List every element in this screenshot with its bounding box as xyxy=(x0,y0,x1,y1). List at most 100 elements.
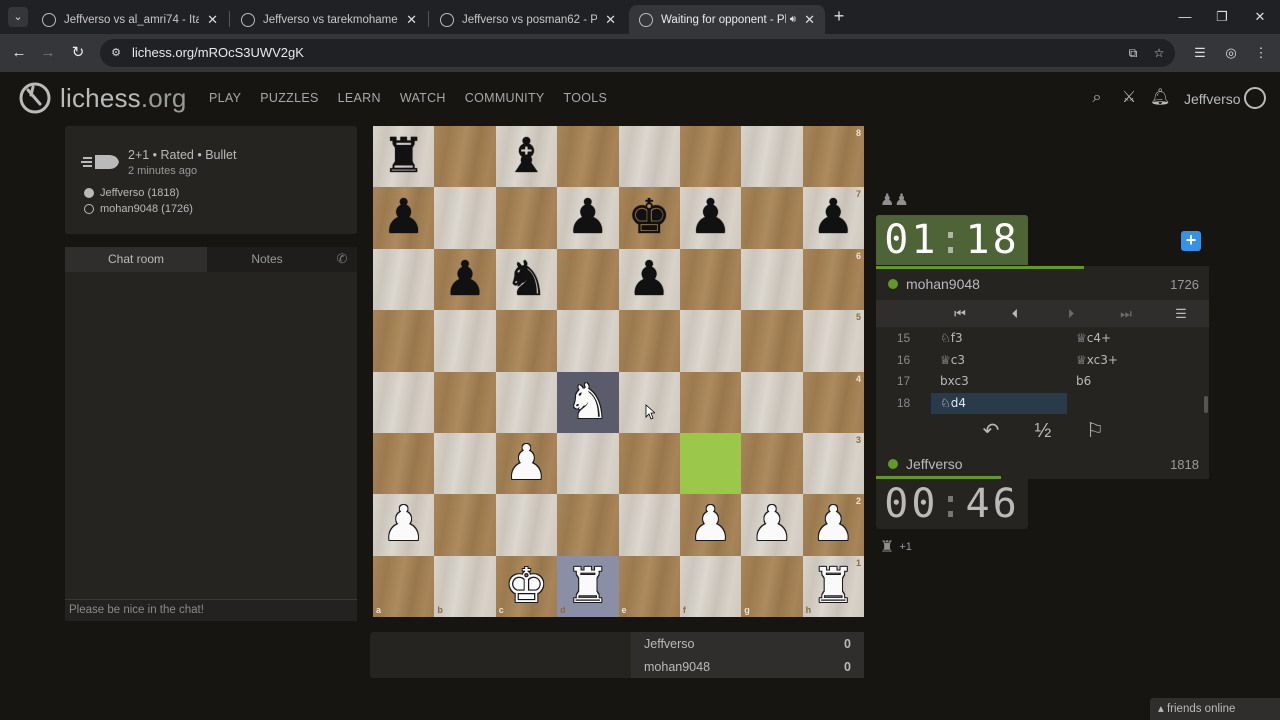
close-icon[interactable]: ✕ xyxy=(605,12,616,28)
square-f8[interactable] xyxy=(679,126,742,188)
menu-hamburger-icon[interactable]: ☰ xyxy=(1169,304,1193,324)
nav-learn[interactable]: LEARN xyxy=(338,91,381,105)
browser-tab-3[interactable]: Jeffverso vs posman62 - Philidc ✕ xyxy=(430,5,626,34)
white-pawn-icon[interactable]: ♟ xyxy=(496,433,557,494)
score-player-name[interactable]: Jeffverso xyxy=(644,637,695,651)
browser-tab-2[interactable]: Jeffverso vs tarekmohamedm - ✕ xyxy=(231,5,427,34)
square-c2[interactable] xyxy=(495,494,558,556)
nav-watch[interactable]: WATCH xyxy=(400,91,446,105)
move-black[interactable]: ♕xc3+ xyxy=(1067,350,1203,372)
search-icon[interactable]: ⌕ xyxy=(1087,88,1107,108)
site-info-icon[interactable]: ⚙ xyxy=(108,45,124,61)
square-g5[interactable] xyxy=(741,310,803,372)
square-c5[interactable] xyxy=(495,310,558,372)
square-f4[interactable] xyxy=(679,371,742,433)
nav-play[interactable]: PLAY xyxy=(209,91,241,105)
black-king-icon[interactable]: ♚ xyxy=(619,187,680,248)
move-white-current[interactable]: ♘d4 xyxy=(931,392,1067,414)
square-a5[interactable] xyxy=(373,310,435,372)
window-close-icon[interactable]: ✕ xyxy=(1248,7,1272,27)
move-white[interactable]: bxc3 xyxy=(931,371,1067,393)
bookmark-star-icon[interactable]: ☆ xyxy=(1151,45,1167,61)
close-icon[interactable]: ✕ xyxy=(804,12,815,28)
square-g8[interactable] xyxy=(741,126,803,188)
resign-flag-icon[interactable]: ⚐ xyxy=(1081,418,1109,444)
square-a4[interactable] xyxy=(373,371,435,433)
square-b1[interactable] xyxy=(434,555,496,617)
square-b8[interactable] xyxy=(434,126,496,188)
square-b5[interactable] xyxy=(434,310,496,372)
close-icon[interactable]: ✕ xyxy=(207,12,218,28)
square-g1[interactable] xyxy=(741,555,803,617)
square-f5[interactable] xyxy=(679,310,742,372)
square-b7[interactable] xyxy=(434,187,496,249)
white-king-icon[interactable]: ♚ xyxy=(496,556,557,617)
forward-arrow-icon[interactable]: → xyxy=(37,42,59,64)
square-e3[interactable] xyxy=(618,432,680,495)
move-black[interactable]: b6 xyxy=(1067,371,1203,393)
square-e5[interactable] xyxy=(618,310,680,372)
white-rook-icon[interactable]: ♜ xyxy=(557,556,618,617)
black-rook-icon[interactable]: ♜ xyxy=(373,126,434,187)
give-time-plus-button[interactable]: + xyxy=(1181,231,1201,251)
square-c7[interactable] xyxy=(495,187,558,249)
install-app-icon[interactable]: ⧉ xyxy=(1125,45,1141,61)
square-b2[interactable] xyxy=(434,494,496,556)
last-move-icon[interactable]: ⏭ xyxy=(1114,304,1138,324)
white-player-line[interactable]: Jeffverso (1818) xyxy=(84,187,179,199)
white-pawn-icon[interactable]: ♟ xyxy=(373,494,434,555)
chess-board[interactable]: 8 7 6 5 4 3 2 1 a b c d e f g h ♜ ♝ ♟ ♟ ♚ ♟ ♟ ♟ ♞ ♟ ♞ ♟ ♟ ♟ ♟ ♟ ♚ ♜ ♜ xyxy=(373,126,864,617)
square-h5[interactable] xyxy=(802,310,864,372)
square-g6[interactable] xyxy=(741,248,803,311)
square-h8[interactable] xyxy=(802,126,864,188)
swords-icon[interactable]: ⚔ xyxy=(1119,88,1139,108)
white-rook-icon[interactable]: ♜ xyxy=(803,556,864,617)
close-icon[interactable]: ✕ xyxy=(406,12,417,28)
first-move-icon[interactable]: ⏮ xyxy=(948,304,972,324)
user-menu-name[interactable]: Jeffverso xyxy=(1184,91,1241,107)
speaker-icon[interactable]: 🔊︎ xyxy=(790,14,796,25)
tab-search-button[interactable]: ⌄ xyxy=(8,7,28,27)
maximize-icon[interactable]: ❐ xyxy=(1210,7,1234,27)
bell-icon[interactable]: 🔔︎ xyxy=(1150,88,1170,108)
reading-list-icon[interactable]: ☰ xyxy=(1189,42,1211,64)
black-pawn-icon[interactable]: ♟ xyxy=(619,249,680,310)
square-g4[interactable] xyxy=(741,371,803,433)
move-list-scrollbar[interactable] xyxy=(1204,396,1208,413)
square-h4[interactable] xyxy=(802,371,864,433)
square-e1[interactable] xyxy=(618,555,680,617)
reload-icon[interactable]: ↻ xyxy=(67,42,89,64)
square-g3[interactable] xyxy=(741,432,803,495)
square-f6[interactable] xyxy=(679,248,742,311)
bottom-player-name[interactable]: Jeffverso xyxy=(906,456,963,472)
black-player-name[interactable]: mohan9048 (1726) xyxy=(100,203,193,215)
friends-online-button[interactable]: ▴ friends online xyxy=(1150,698,1280,720)
black-player-line[interactable]: mohan9048 (1726) xyxy=(84,203,193,215)
move-white[interactable]: ♕c3 xyxy=(931,350,1067,372)
square-f3[interactable] xyxy=(679,432,742,495)
browser-tab-active[interactable]: Waiting for opponent - Play 🔊︎ ✕ xyxy=(629,5,825,34)
black-bishop-icon[interactable]: ♝ xyxy=(496,126,557,187)
nav-puzzles[interactable]: PUZZLES xyxy=(260,91,318,105)
square-e8[interactable] xyxy=(618,126,680,188)
black-pawn-icon[interactable]: ♟ xyxy=(373,187,434,248)
user-avatar-icon[interactable] xyxy=(1244,87,1266,109)
address-bar[interactable]: ⚙ lichess.org/mROcS3UWV2gK ⧉ ☆ xyxy=(100,39,1175,67)
back-arrow-icon[interactable]: ← xyxy=(8,42,30,64)
square-d5[interactable] xyxy=(557,310,619,372)
square-b3[interactable] xyxy=(434,432,496,495)
white-knight-icon[interactable]: ♞ xyxy=(557,372,618,433)
top-player-name[interactable]: mohan9048 xyxy=(906,276,980,292)
square-f1[interactable] xyxy=(679,555,742,617)
profile-icon[interactable]: ◎ xyxy=(1220,42,1242,64)
square-a6[interactable] xyxy=(373,248,435,311)
nav-tools[interactable]: TOOLS xyxy=(564,91,608,105)
previous-move-icon[interactable]: ⏴ xyxy=(1003,304,1027,324)
score-player-name[interactable]: mohan9048 xyxy=(644,660,710,674)
square-c4[interactable] xyxy=(495,371,558,433)
white-pawn-icon[interactable]: ♟ xyxy=(680,494,741,555)
move-white[interactable]: ♘f3 xyxy=(931,328,1067,350)
move-black[interactable]: ♕c4+ xyxy=(1067,328,1203,350)
black-pawn-icon[interactable]: ♟ xyxy=(557,187,618,248)
square-h3[interactable] xyxy=(802,432,864,495)
